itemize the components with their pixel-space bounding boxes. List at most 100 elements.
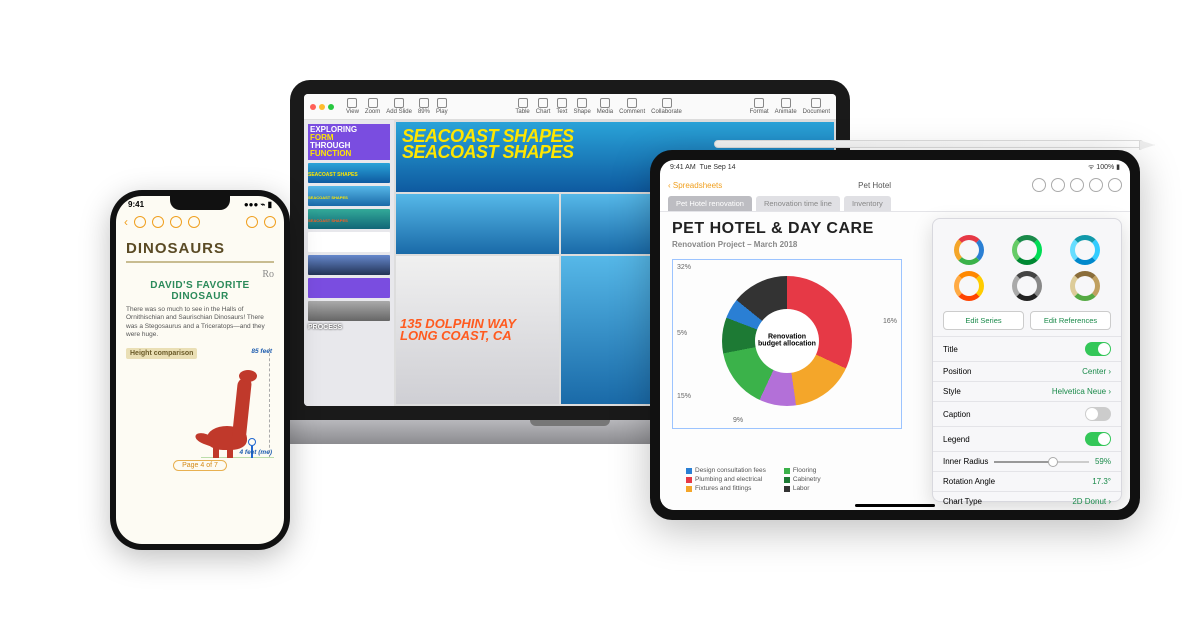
window-traffic-lights[interactable] <box>310 104 334 110</box>
chart-style-option[interactable] <box>1012 235 1042 265</box>
more-icon[interactable] <box>1108 178 1122 192</box>
row-position[interactable]: PositionCenter › <box>933 361 1121 381</box>
caption-toggle[interactable] <box>1085 407 1111 421</box>
collab-icon[interactable] <box>1089 178 1103 192</box>
slide-thumb-1[interactable]: EXPLORING FORM THROUGH FUNCTION <box>308 124 390 160</box>
donut-chart-selected[interactable]: 32% 16% 5% 15% 9% Renovation budget allo… <box>672 259 902 429</box>
title-toggle[interactable] <box>1085 342 1111 356</box>
edit-references-button[interactable]: Edit References <box>1030 311 1111 330</box>
slide-thumb-8[interactable] <box>308 301 390 321</box>
status-icons: ●●● ⌁ ▮ <box>244 200 272 209</box>
chart-style-option[interactable] <box>1012 271 1042 301</box>
chart-style-option[interactable] <box>954 235 984 265</box>
toolbar-play[interactable]: Play <box>436 98 448 115</box>
legend-toggle[interactable] <box>1085 432 1111 446</box>
toolbar-shape[interactable]: Shape <box>573 98 590 115</box>
figure-label: Height comparison <box>126 348 197 359</box>
slide-thumb-3[interactable]: SEACOAST SHAPES <box>308 186 390 206</box>
add-icon[interactable] <box>152 216 164 228</box>
toolbar-document[interactable]: Document <box>803 98 830 115</box>
toolbar-collaborate[interactable]: Collaborate <box>651 98 682 115</box>
spreadsheet-canvas[interactable]: PET HOTEL & DAY CARE Renovation Project … <box>672 220 930 502</box>
status-time: 9:41 <box>128 200 144 209</box>
back-button[interactable]: ‹ <box>124 215 128 229</box>
slide-navigator[interactable]: EXPLORING FORM THROUGH FUNCTION SEACOAST… <box>304 120 394 406</box>
toolbar-view[interactable]: View <box>346 98 359 115</box>
toolbar-zoom-pct[interactable]: 89% <box>418 98 430 115</box>
chart-style-option[interactable] <box>954 271 984 301</box>
row-legend: Legend <box>933 426 1121 451</box>
slide-thumb-7[interactable] <box>308 278 390 298</box>
numbers-header: ‹ Spreadsheets Pet Hotel <box>660 174 1130 196</box>
canvas-address-slide[interactable]: 135 DOLPHIN WAYLONG COAST, CA <box>396 256 559 404</box>
canvas-image[interactable] <box>396 194 559 254</box>
apple-pencil <box>714 140 1144 148</box>
row-title: Title <box>933 336 1121 361</box>
more-icon[interactable] <box>264 216 276 228</box>
donut-chart[interactable]: Renovation budget allocation <box>722 276 852 406</box>
pct-label: 9% <box>733 417 743 424</box>
doc-title: DINOSAURS <box>126 240 274 263</box>
undo-icon[interactable] <box>134 216 146 228</box>
toolbar-add-slide[interactable]: Add Slide <box>386 98 412 115</box>
draw-icon[interactable] <box>188 216 200 228</box>
ipad-status-bar: 9:41 AM Tue Sep 14 ᯤ 100% ▮ <box>660 160 1130 174</box>
edit-series-button[interactable]: Edit Series <box>943 311 1024 330</box>
sheet-title: PET HOTEL & DAY CARE <box>672 220 930 238</box>
share-icon[interactable] <box>246 216 258 228</box>
home-indicator[interactable] <box>855 504 935 507</box>
row-rotation[interactable]: Rotation Angle17.3° <box>933 471 1121 491</box>
chart-style-grid <box>933 231 1121 305</box>
page-indicator: Page 4 of 7 <box>126 462 274 469</box>
row-chart-type[interactable]: Chart Type2D Donut › <box>933 491 1121 510</box>
toolbar-text[interactable]: Text <box>556 98 567 115</box>
iphone-notch <box>170 196 230 210</box>
numbers-app[interactable]: 9:41 AM Tue Sep 14 ᯤ 100% ▮ ‹ Spreadshee… <box>660 160 1130 510</box>
sheet-tabs: Pet Hotel renovation Renovation time lin… <box>660 196 1130 211</box>
toolbar-format[interactable]: Format <box>750 98 769 115</box>
back-button[interactable]: ‹ Spreadsheets <box>668 181 722 190</box>
add-icon[interactable] <box>1070 178 1084 192</box>
toolbar-animate[interactable]: Animate <box>775 98 797 115</box>
chart-inspector-panel: Chart Style Data Arrange Edit Series Edi… <box>932 218 1122 502</box>
iphone-device: 9:41 ●●● ⌁ ▮ ‹ DINOSAURS Ro DAVID'S FAVO… <box>110 190 290 550</box>
annotation-tall: 85 feet <box>251 348 272 355</box>
doc-title: Pet Hotel <box>722 181 1027 190</box>
pages-toolbar: ‹ <box>116 212 284 232</box>
tab-timeline[interactable]: Renovation time line <box>756 196 840 211</box>
slide-thumb-6[interactable] <box>308 255 390 275</box>
slide-thumb-4[interactable]: SEACOAST SHAPES <box>308 209 390 229</box>
body-paragraph: There was so much to see in the Halls of… <box>126 306 274 340</box>
toolbar-comment[interactable]: Comment <box>619 98 645 115</box>
inner-radius-slider[interactable] <box>994 461 1089 463</box>
tab-inventory[interactable]: Inventory <box>844 196 891 211</box>
slide-thumb-5[interactable] <box>308 232 390 252</box>
chart-center-label: Renovation budget allocation <box>757 333 817 348</box>
row-caption: Caption <box>933 401 1121 426</box>
toolbar-table[interactable]: Table <box>515 98 529 115</box>
row-style[interactable]: StyleHelvetica Neue › <box>933 381 1121 401</box>
chart-style-option[interactable] <box>1070 235 1100 265</box>
pages-app[interactable]: 9:41 ●●● ⌁ ▮ ‹ DINOSAURS Ro DAVID'S FAVO… <box>116 196 284 544</box>
brush-icon[interactable] <box>170 216 182 228</box>
annotation-short: 4 feet (me) <box>239 449 272 456</box>
pages-document[interactable]: DINOSAURS Ro DAVID'S FAVORITE DINOSAUR T… <box>116 232 284 544</box>
row-inner-radius: Inner Radius 59% <box>933 451 1121 471</box>
toolbar-zoom[interactable]: Zoom <box>365 98 380 115</box>
sheet-subtitle: Renovation Project – March 2018 <box>672 240 930 249</box>
toolbar-media[interactable]: Media <box>597 98 613 115</box>
chart-legend: Design consultation fees Flooring Plumbi… <box>686 467 821 492</box>
ipad-device: 9:41 AM Tue Sep 14 ᯤ 100% ▮ ‹ Spreadshee… <box>650 150 1140 520</box>
dinosaur-silhouette <box>201 368 271 458</box>
handwriting-annotation: Ro <box>126 269 274 280</box>
slide-thumb-2[interactable]: SEACOAST SHAPES <box>308 163 390 183</box>
pct-label: 32% <box>677 264 691 271</box>
draw-icon[interactable] <box>1051 178 1065 192</box>
chart-style-option[interactable] <box>1070 271 1100 301</box>
slide-thumb-process[interactable]: PROCESS <box>308 324 390 331</box>
keynote-toolbar: View Zoom Add Slide 89% Play Table Chart… <box>304 94 836 120</box>
tab-renovation[interactable]: Pet Hotel renovation <box>668 196 752 211</box>
pct-label: 5% <box>677 330 687 337</box>
brush-icon[interactable] <box>1032 178 1046 192</box>
toolbar-chart[interactable]: Chart <box>536 98 551 115</box>
